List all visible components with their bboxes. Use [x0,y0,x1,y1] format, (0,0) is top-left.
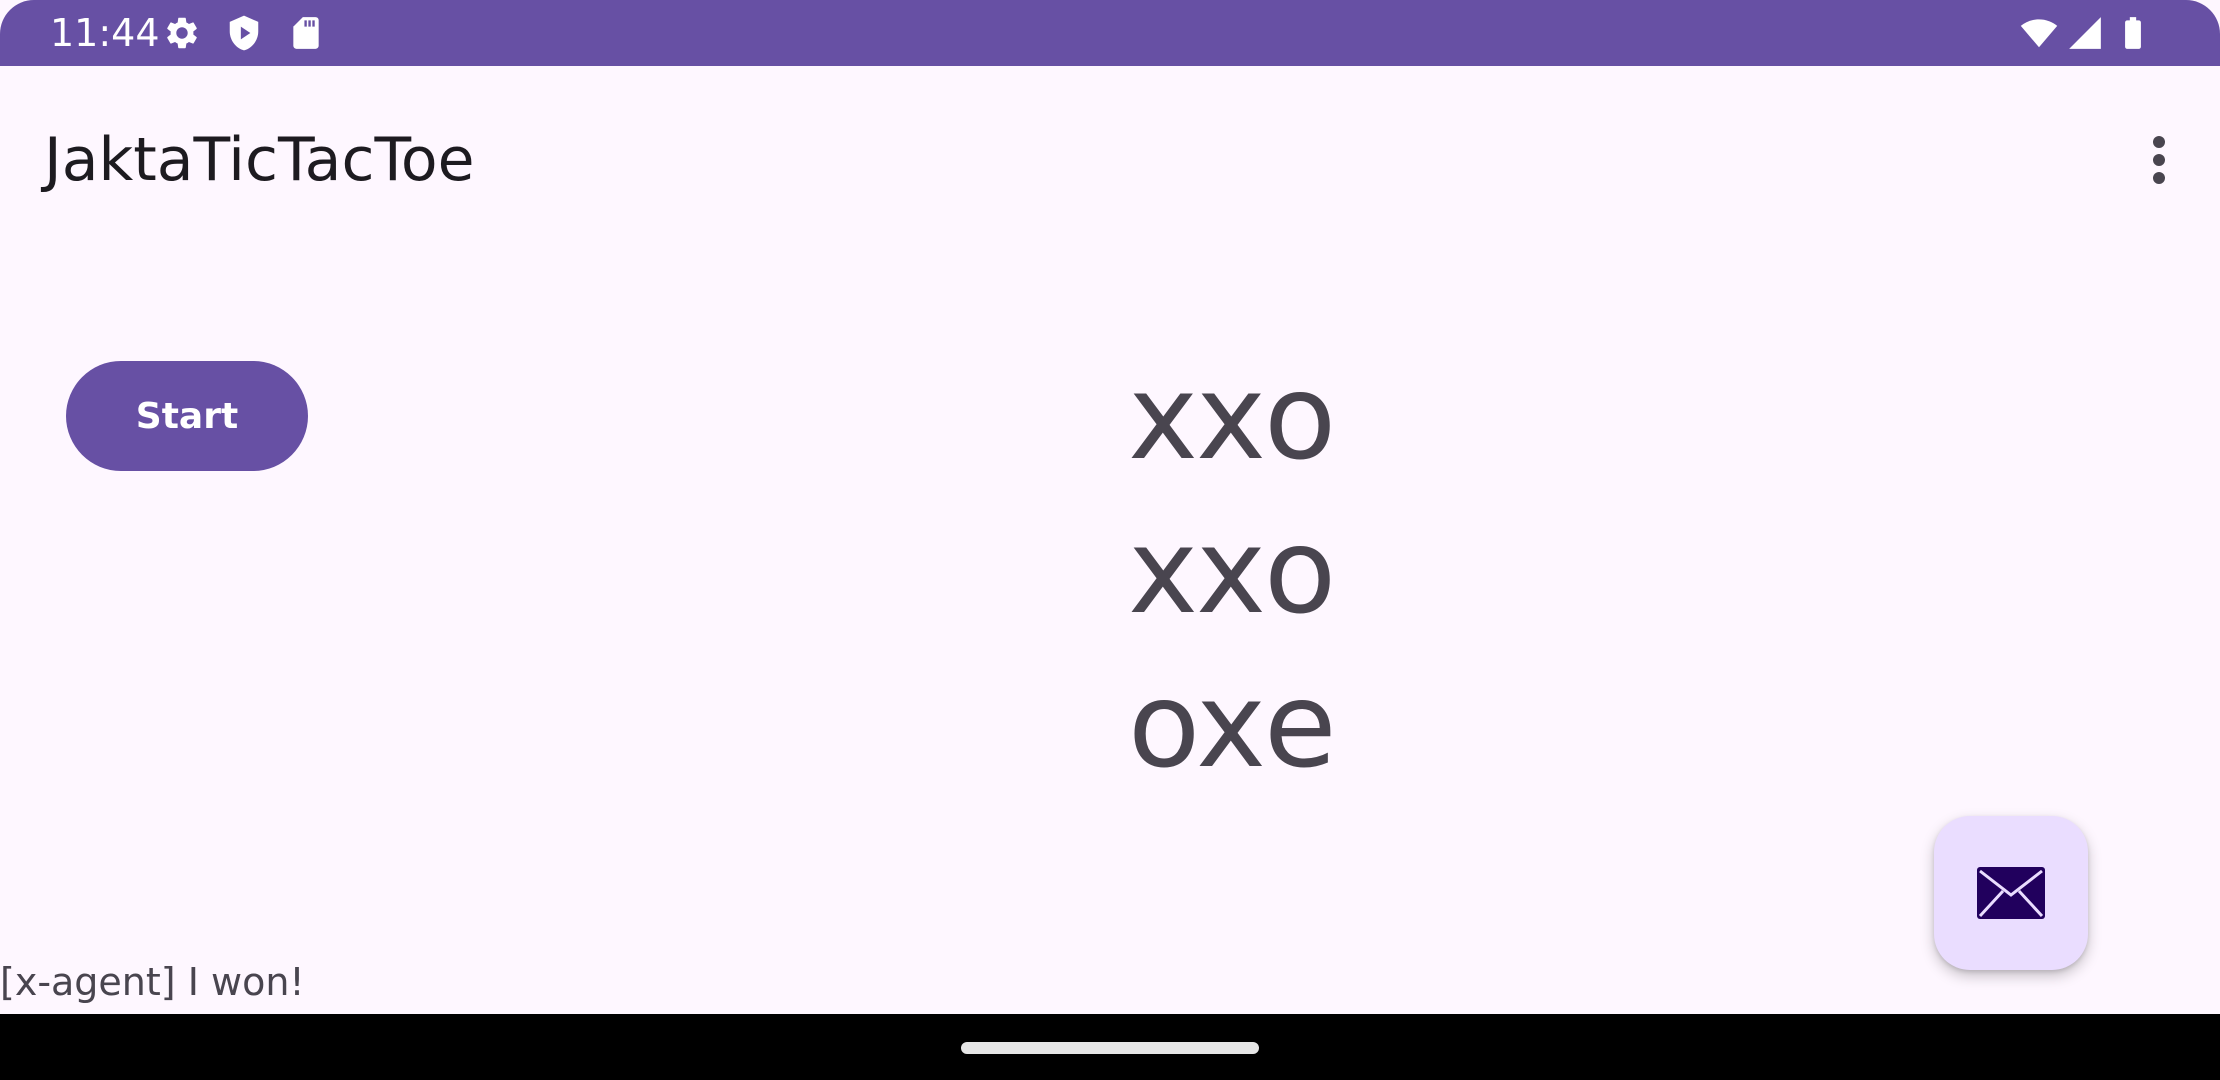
board-cell[interactable]: x [1128,340,1198,494]
home-gesture-handle[interactable] [961,1042,1259,1054]
board-cell[interactable]: x [1196,340,1266,494]
app-bar: JaktaTicTacToe [0,66,2220,246]
board-cell[interactable]: x [1196,648,1266,802]
app-title: JaktaTicTacToe [44,125,475,195]
board-cell[interactable]: x [1196,494,1266,648]
start-button[interactable]: Start [66,361,308,471]
board-row: x x o [1100,340,1360,494]
status-time: 11:44 [50,11,160,55]
board-cell[interactable]: x [1128,494,1198,648]
board-cell[interactable]: o [1264,340,1336,494]
sd-card-icon [287,14,325,52]
navigation-bar [0,1014,2220,1080]
board-row: o x e [1100,648,1360,802]
mail-fab[interactable] [1934,816,2088,970]
game-message: [x-agent] I won! [0,960,305,1004]
game-board: x x o x x o o x e [1100,340,1360,802]
shield-play-icon [225,14,263,52]
status-bar: 11:44 [0,0,2220,66]
board-cell[interactable]: o [1264,494,1336,648]
settings-icon [163,14,201,52]
mail-icon [1977,867,2045,919]
more-vert-icon[interactable] [2130,124,2188,196]
board-cell[interactable]: o [1128,648,1200,802]
screen: 11:44 JaktaTicTacToe Start x x o x x o o… [0,0,2220,1080]
battery-icon [2114,14,2152,52]
wifi-icon [2020,14,2058,52]
board-row: x x o [1100,494,1360,648]
signal-icon [2066,14,2104,52]
board-cell[interactable]: e [1264,648,1337,802]
